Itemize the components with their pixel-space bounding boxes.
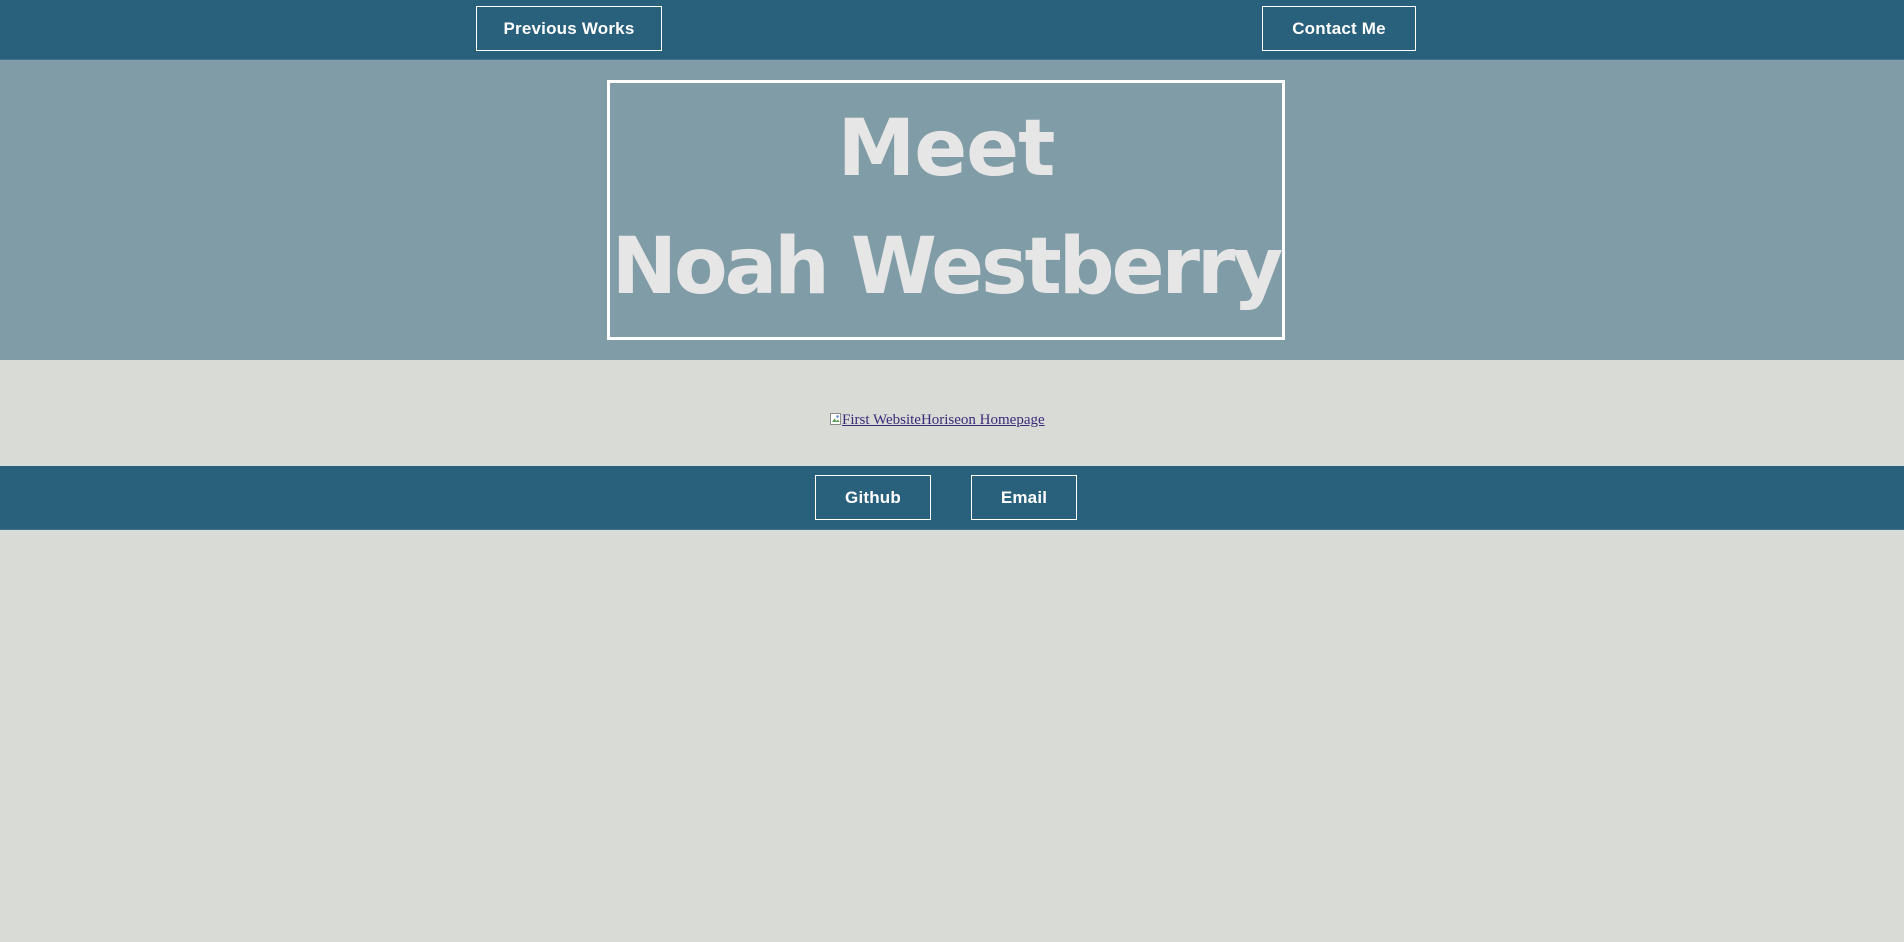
previous-works-section: First WebsiteHoriseon Homepage (0, 360, 1904, 466)
github-button[interactable]: Github (815, 475, 931, 520)
hero-section: Meet Noah Westberry (0, 60, 1904, 360)
hero-title-line-2: Noah Westberry (611, 222, 1284, 312)
first-website-alt-text: First Website (842, 412, 921, 428)
broken-image-icon (830, 413, 841, 425)
contact-me-button[interactable]: Contact Me (1262, 6, 1416, 51)
email-button[interactable]: Email (971, 475, 1077, 520)
first-website-link[interactable]: First Website (830, 412, 921, 428)
previous-works-button[interactable]: Previous Works (476, 6, 662, 51)
top-navigation: Previous Works Contact Me (0, 0, 1904, 60)
hero-title-box: Meet Noah Westberry (607, 80, 1285, 340)
previous-work-links: First WebsiteHoriseon Homepage (830, 412, 1045, 429)
hero-title-line-1: Meet (837, 104, 1056, 194)
horiseon-homepage-link[interactable]: Horiseon Homepage (921, 412, 1045, 428)
footer-navigation: Github Email (0, 466, 1904, 530)
